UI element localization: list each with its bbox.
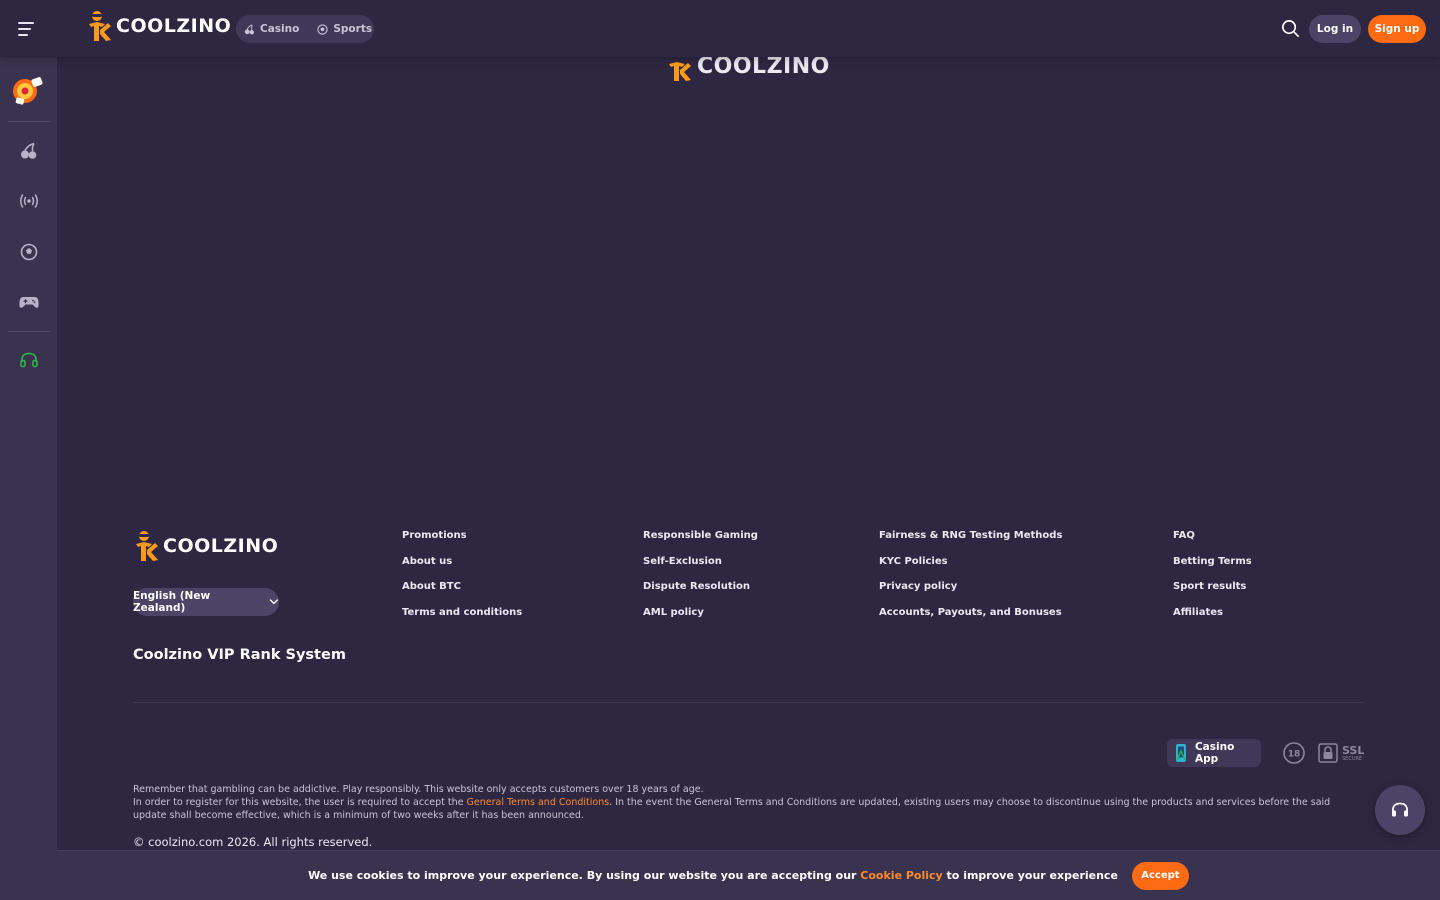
search-icon[interactable] bbox=[1281, 19, 1300, 38]
footer-link-aml-policy[interactable]: AML policy bbox=[643, 607, 758, 633]
cookie-text-suffix: to improve your experience bbox=[942, 869, 1118, 882]
sidebar-item-support[interactable] bbox=[16, 347, 42, 373]
footer-link-about-us[interactable]: About us bbox=[402, 556, 522, 582]
headset-icon bbox=[20, 352, 38, 368]
footer-link-privacy[interactable]: Privacy policy bbox=[879, 581, 1062, 607]
logo-text: COOLZINO bbox=[697, 53, 830, 79]
copyright-text: © coolzino.com 2026. All rights reserved… bbox=[133, 835, 373, 849]
chevron-down-icon bbox=[270, 599, 279, 605]
disclaimer-prefix: In order to register for this website, t… bbox=[133, 797, 467, 808]
accept-cookies-button[interactable]: Accept bbox=[1131, 861, 1189, 890]
login-button[interactable]: Log in bbox=[1309, 15, 1361, 43]
casino-app-label: Casino App bbox=[1194, 741, 1235, 765]
menu-line bbox=[18, 22, 34, 24]
sidebar-item-casino[interactable] bbox=[16, 138, 42, 164]
menu-toggle-button[interactable] bbox=[18, 18, 40, 40]
age-restriction-icon: 18 bbox=[1283, 742, 1305, 764]
live-broadcast-icon bbox=[20, 194, 38, 208]
ssl-secure-badge: SSL SECURE bbox=[1318, 741, 1366, 765]
footer-link-dispute-resolution[interactable]: Dispute Resolution bbox=[643, 581, 758, 607]
general-terms-link[interactable]: General Terms and Conditions bbox=[467, 797, 610, 808]
support-chat-button[interactable] bbox=[1375, 785, 1425, 835]
top-header: COOLZINO Casino Sports Log in Sign up bbox=[0, 0, 1440, 57]
sidebar-item-promo[interactable] bbox=[10, 72, 48, 110]
disclaimer-line-1: Remember that gambling can be addictive.… bbox=[133, 784, 704, 795]
cookie-banner: We use cookies to improve your experienc… bbox=[57, 850, 1440, 900]
mascot-logo-icon bbox=[136, 531, 158, 561]
cherry-icon bbox=[21, 142, 37, 159]
casino-app-button[interactable]: Casino App bbox=[1167, 739, 1261, 767]
sidebar-divider bbox=[8, 331, 50, 332]
footer-link-fairness[interactable]: Fairness & RNG Testing Methods bbox=[879, 530, 1062, 556]
footer-disclaimer: Remember that gambling can be addictive.… bbox=[133, 783, 1363, 822]
sidebar-item-games[interactable] bbox=[16, 289, 42, 315]
logo-text: COOLZINO bbox=[163, 535, 279, 557]
footer-column-1: Promotions About us About BTC Terms and … bbox=[402, 530, 522, 632]
header-logo[interactable]: COOLZINO bbox=[86, 10, 231, 42]
language-label: English (New Zealand) bbox=[133, 590, 211, 614]
tab-casino[interactable]: Casino bbox=[244, 23, 299, 35]
phone-icon bbox=[1175, 744, 1186, 762]
footer-link-responsible-gaming[interactable]: Responsible Gaming bbox=[643, 530, 758, 556]
footer-logo[interactable]: COOLZINO bbox=[133, 530, 278, 562]
menu-line bbox=[18, 34, 28, 36]
footer-link-accounts[interactable]: Accounts, Payouts, and Bonuses bbox=[879, 607, 1062, 633]
age-badge-text: 18 bbox=[1288, 750, 1301, 760]
footer-link-affiliates[interactable]: Affiliates bbox=[1173, 607, 1252, 633]
left-sidebar bbox=[0, 57, 57, 900]
soccer-ball-icon bbox=[20, 243, 38, 261]
footer-link-betting-terms[interactable]: Betting Terms bbox=[1173, 556, 1252, 582]
headset-icon bbox=[1392, 802, 1408, 817]
footer-divider bbox=[133, 702, 1364, 703]
footer-link-faq[interactable]: FAQ bbox=[1173, 530, 1252, 556]
vip-rank-link[interactable]: Coolzino VIP Rank System bbox=[133, 647, 346, 663]
soccer-ball-icon bbox=[317, 23, 328, 35]
disclaimer-line-2: In order to register for this website, t… bbox=[133, 796, 1363, 822]
mascot-logo-icon bbox=[89, 11, 111, 41]
sidebar-item-live[interactable] bbox=[16, 188, 42, 214]
logo-text: COOLZINO bbox=[116, 15, 232, 37]
tab-sports-label: Sports bbox=[333, 23, 373, 35]
lock-icon bbox=[1318, 743, 1338, 763]
cookie-policy-link[interactable]: Cookie Policy bbox=[860, 869, 942, 882]
cookie-text-prefix: We use cookies to improve your experienc… bbox=[308, 869, 861, 882]
gamepad-icon bbox=[19, 297, 39, 308]
footer-link-about-btc[interactable]: About BTC bbox=[402, 581, 522, 607]
footer-column-3: Fairness & RNG Testing Methods KYC Polic… bbox=[879, 530, 1062, 632]
sidebar-item-sports[interactable] bbox=[16, 239, 42, 265]
cookie-message: We use cookies to improve your experienc… bbox=[308, 869, 1118, 882]
footer-link-terms[interactable]: Terms and conditions bbox=[402, 607, 522, 633]
language-select[interactable]: English (New Zealand) bbox=[133, 588, 279, 616]
menu-line bbox=[18, 28, 31, 30]
footer-column-4: FAQ Betting Terms Sport results Affiliat… bbox=[1173, 530, 1252, 632]
signup-button[interactable]: Sign up bbox=[1368, 15, 1426, 43]
promo-wheel-icon bbox=[13, 77, 43, 105]
ssl-label: SSL bbox=[1342, 743, 1365, 757]
ssl-sub-label: SECURE bbox=[1342, 755, 1363, 762]
footer-link-promotions[interactable]: Promotions bbox=[402, 530, 522, 556]
ssl-text-group: SSL SECURE bbox=[1342, 745, 1364, 762]
cherry-icon bbox=[244, 23, 254, 34]
tab-casino-label: Casino bbox=[260, 23, 300, 35]
footer-link-sport-results[interactable]: Sport results bbox=[1173, 581, 1252, 607]
footer-column-2: Responsible Gaming Self-Exclusion Disput… bbox=[643, 530, 758, 632]
footer-link-self-exclusion[interactable]: Self-Exclusion bbox=[643, 556, 758, 582]
product-tabs: Casino Sports bbox=[236, 15, 374, 43]
sidebar-divider bbox=[8, 121, 50, 122]
tab-sports[interactable]: Sports bbox=[317, 23, 372, 35]
footer-link-kyc[interactable]: KYC Policies bbox=[879, 556, 1062, 582]
